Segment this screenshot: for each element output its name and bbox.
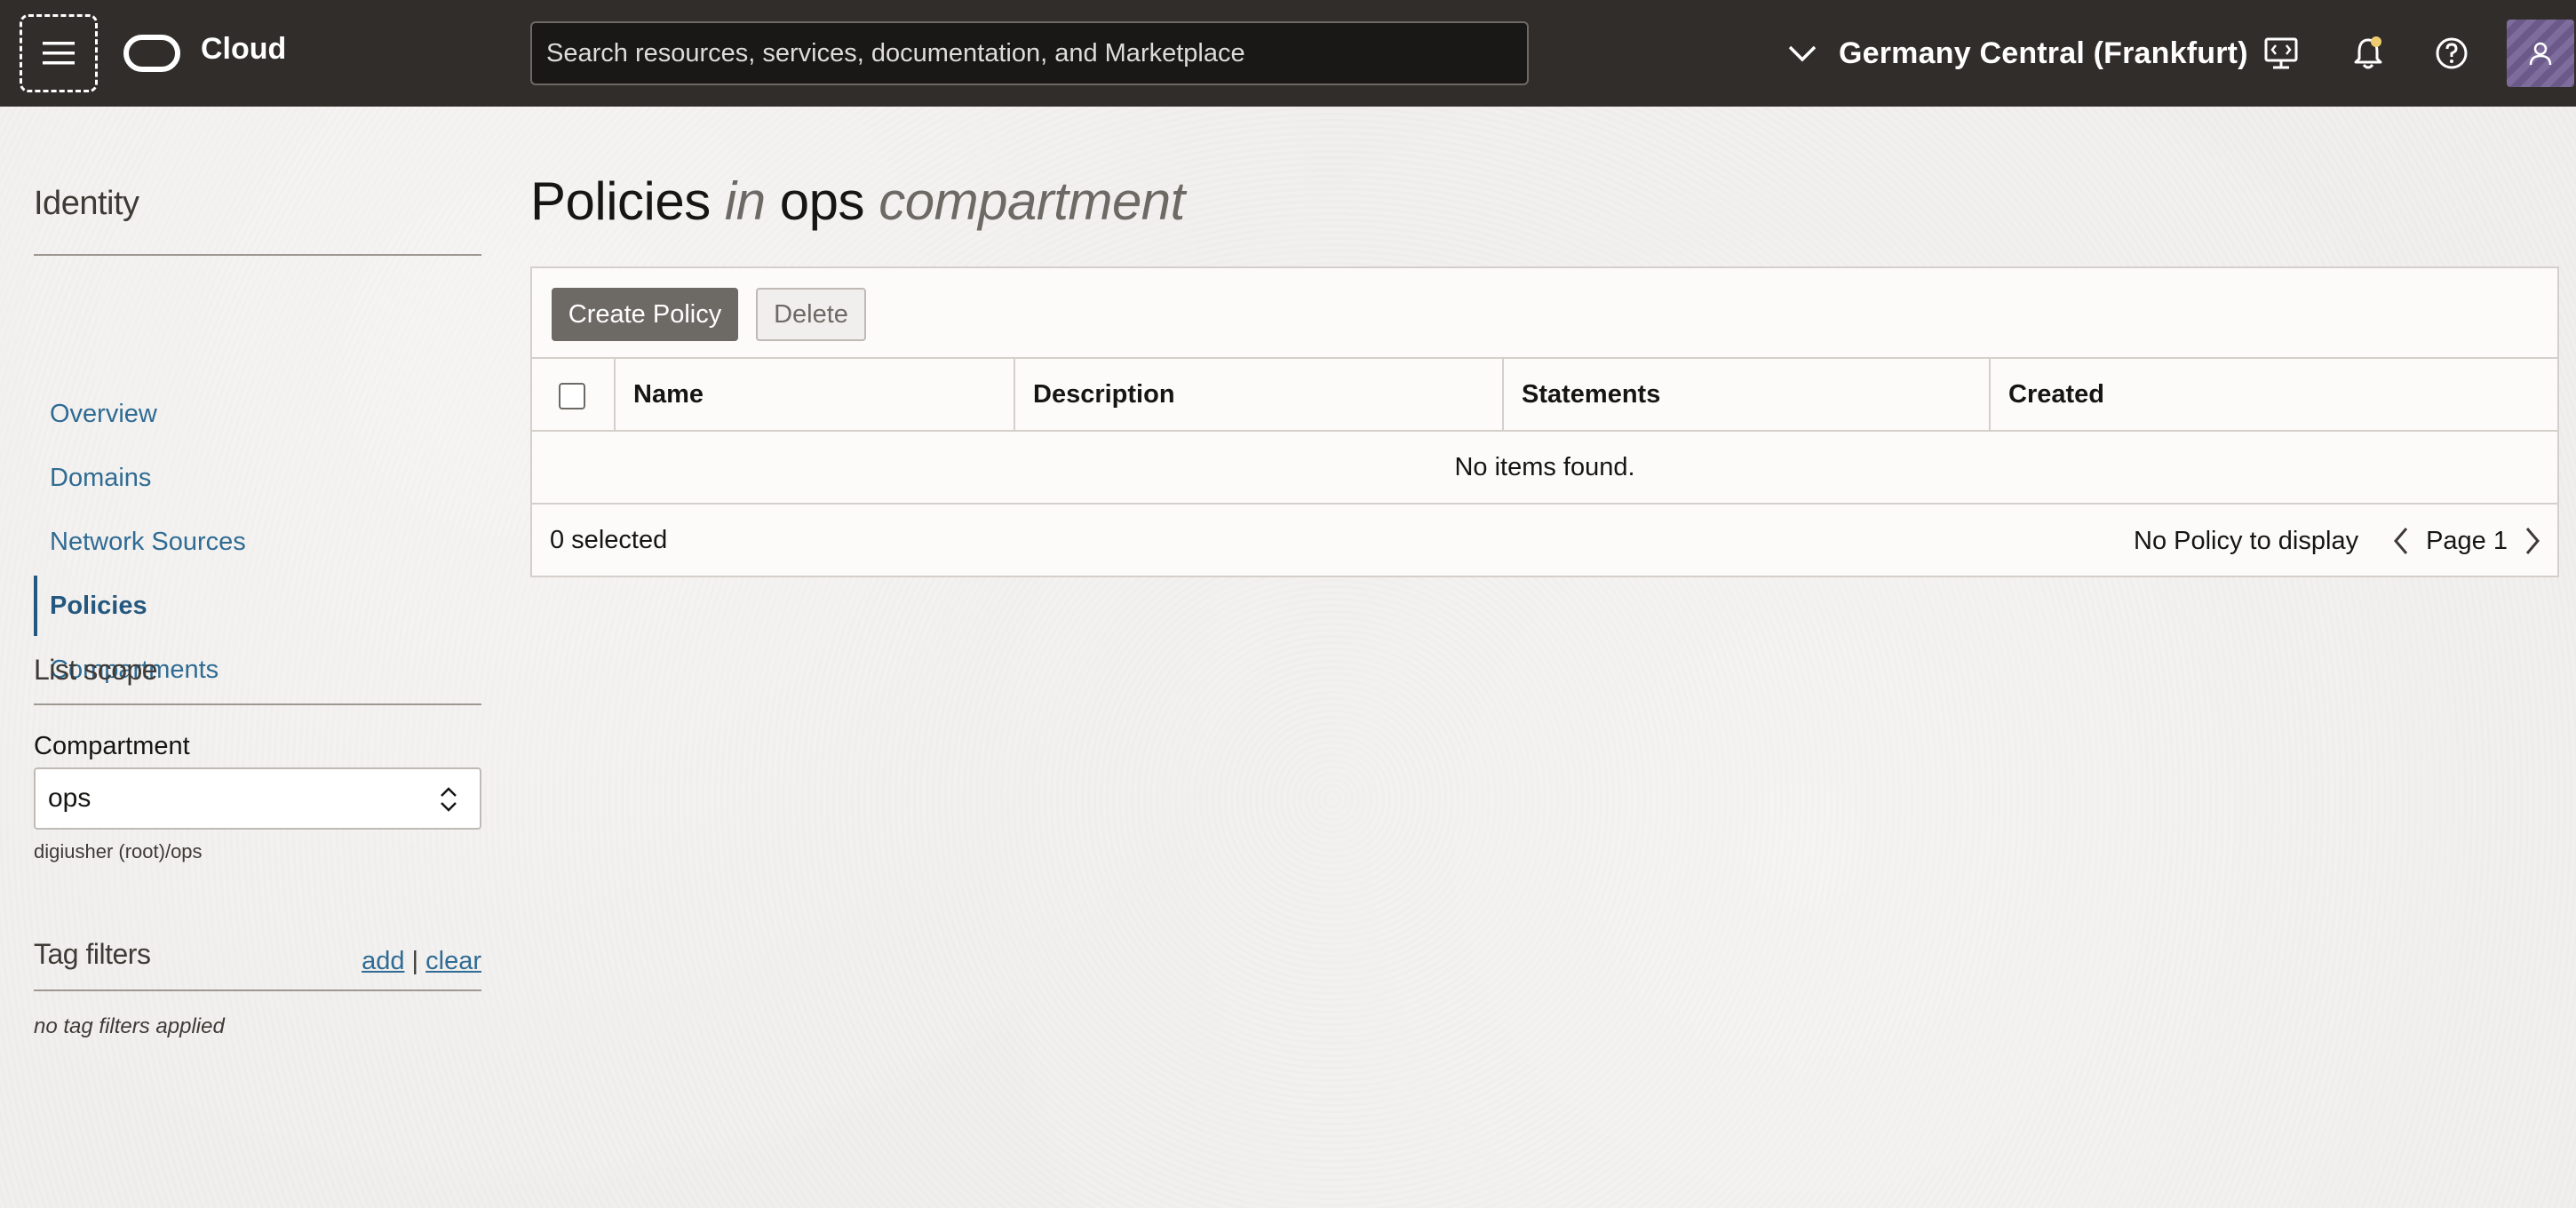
previous-page-button[interactable] bbox=[2385, 521, 2417, 561]
help-icon bbox=[2436, 37, 2468, 69]
tag-filters-empty-text: no tag filters applied bbox=[34, 1014, 225, 1038]
delete-button[interactable]: Delete bbox=[756, 288, 866, 341]
column-label: Created bbox=[2008, 379, 2104, 409]
sidebar-item-label: Network Sources bbox=[50, 527, 246, 556]
compartment-value: ops bbox=[48, 783, 91, 813]
select-arrows-icon bbox=[441, 787, 457, 812]
title-resource: Policies bbox=[530, 171, 711, 231]
page-title: Policies in ops compartment bbox=[530, 171, 1185, 232]
list-scope-divider bbox=[34, 703, 481, 705]
title-compartment-word: compartment bbox=[879, 171, 1185, 231]
menu-icon bbox=[43, 42, 75, 65]
top-bar: Cloud Germany Central (Frankfurt) bbox=[0, 0, 2576, 107]
page-number: Page 1 bbox=[2426, 526, 2508, 555]
table-header: Name Description Statements Created bbox=[532, 359, 2557, 432]
navigation-menu-button[interactable] bbox=[20, 14, 98, 92]
search-input[interactable] bbox=[530, 21, 1529, 85]
selected-count: 0 selected bbox=[550, 526, 668, 554]
chevron-down-icon bbox=[1788, 45, 1817, 62]
pager-status: No Policy to display bbox=[2134, 526, 2359, 555]
pagination: No Policy to display Page 1 bbox=[2134, 521, 2548, 561]
clear-tag-filters-link[interactable]: clear bbox=[425, 947, 481, 975]
region-selector[interactable]: Germany Central (Frankfurt) bbox=[1787, 25, 2248, 82]
user-profile-button[interactable] bbox=[2507, 20, 2574, 87]
select-all-checkbox[interactable] bbox=[559, 383, 585, 409]
sidebar-item-label: Domains bbox=[50, 463, 152, 492]
cloud-shell-button[interactable] bbox=[2254, 27, 2308, 80]
list-scope-title: List scope bbox=[34, 654, 158, 686]
cloud-shell-icon bbox=[2264, 37, 2298, 69]
brand-name[interactable]: Cloud bbox=[201, 32, 286, 67]
column-label: Name bbox=[633, 379, 704, 409]
compartment-path: digiusher (root)/ops bbox=[34, 840, 203, 862]
tag-filter-links: add | clear bbox=[362, 947, 481, 976]
tag-link-separator: | bbox=[411, 947, 419, 975]
sidebar-item-policies[interactable]: Policies bbox=[34, 576, 481, 636]
bell-icon bbox=[2354, 36, 2382, 69]
column-header-description[interactable]: Description bbox=[1015, 359, 1504, 430]
column-label: Description bbox=[1033, 379, 1175, 409]
chevron-right-icon bbox=[2525, 528, 2540, 554]
table-toolbar: Create Policy Delete bbox=[532, 268, 2557, 359]
column-header-created[interactable]: Created bbox=[1991, 359, 2559, 430]
user-icon bbox=[2529, 42, 2552, 66]
tag-filters-divider bbox=[34, 989, 481, 991]
column-header-statements[interactable]: Statements bbox=[1504, 359, 1991, 430]
sidebar-item-network-sources[interactable]: Network Sources bbox=[34, 512, 481, 572]
compartment-label: Compartment bbox=[34, 732, 190, 760]
help-button[interactable] bbox=[2425, 27, 2478, 80]
notifications-button[interactable] bbox=[2341, 27, 2395, 80]
select-all-cell bbox=[532, 359, 616, 430]
tag-filters-title: Tag filters bbox=[34, 938, 151, 970]
add-tag-filter-link[interactable]: add bbox=[362, 947, 404, 975]
policies-table-panel: Create Policy Delete Name Description St… bbox=[530, 266, 2559, 577]
column-label: Statements bbox=[1522, 379, 1661, 409]
sidebar-item-overview[interactable]: Overview bbox=[34, 384, 481, 444]
table-empty-row: No items found. bbox=[532, 432, 2557, 505]
empty-message: No items found. bbox=[1454, 452, 1635, 481]
chevron-left-icon bbox=[2394, 528, 2408, 554]
compartment-select[interactable]: ops bbox=[34, 767, 481, 830]
create-policy-button[interactable]: Create Policy bbox=[552, 288, 738, 341]
column-header-name[interactable]: Name bbox=[616, 359, 1015, 430]
next-page-button[interactable] bbox=[2516, 521, 2548, 561]
sidebar-item-label: Overview bbox=[50, 399, 157, 428]
sidebar-divider bbox=[34, 254, 481, 256]
title-compartment-name: ops bbox=[779, 171, 865, 231]
oracle-logo-icon[interactable] bbox=[123, 34, 181, 73]
region-label: Germany Central (Frankfurt) bbox=[1839, 36, 2248, 70]
title-in: in bbox=[724, 171, 766, 231]
sidebar-item-label: Policies bbox=[50, 591, 147, 620]
table-footer: 0 selected No Policy to display Page 1 bbox=[532, 505, 2557, 577]
sidebar-title: Identity bbox=[34, 185, 139, 222]
sidebar-item-domains[interactable]: Domains bbox=[34, 448, 481, 508]
